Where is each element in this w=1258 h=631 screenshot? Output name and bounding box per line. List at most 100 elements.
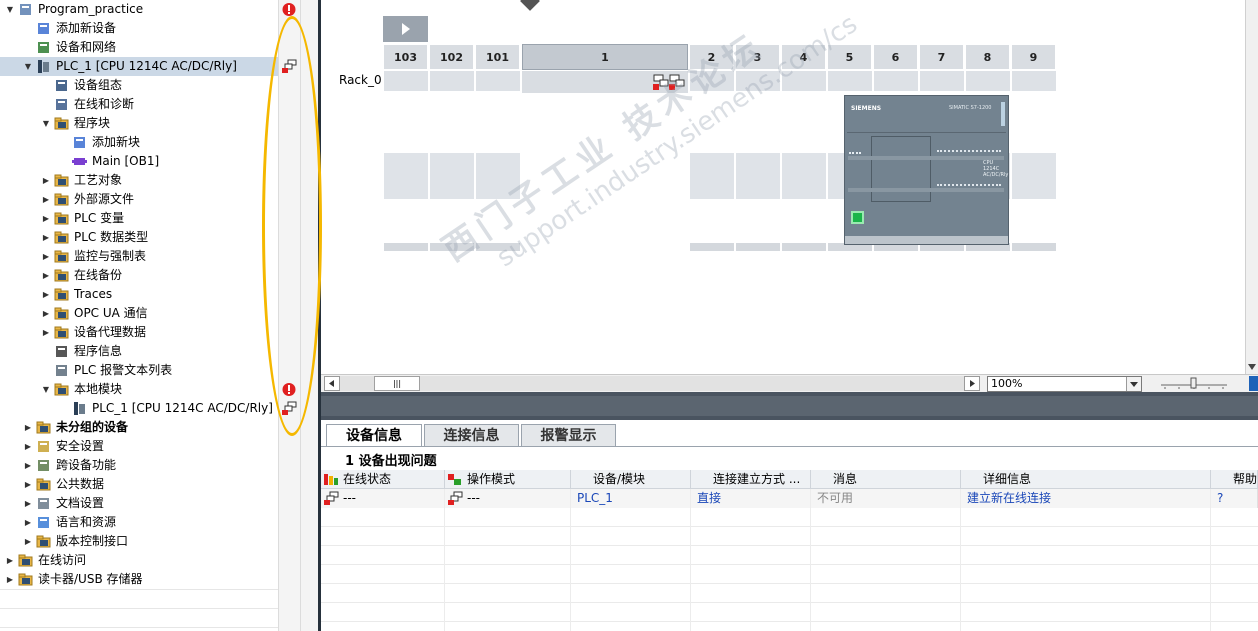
expand-right-icon[interactable]: ▶ [22, 456, 34, 475]
column-header[interactable]: 操作模式 [445, 470, 571, 489]
folder-icon [36, 477, 51, 492]
column-header[interactable]: 消息 [811, 470, 961, 489]
tree-item[interactable]: ▼ 本地模块 [0, 380, 278, 399]
empty-slot[interactable] [1011, 71, 1056, 251]
horizontal-scroll-track[interactable]: ||| [340, 376, 964, 391]
expand-right-icon[interactable]: ▶ [40, 247, 52, 266]
tree-item[interactable]: ▶ 外部源文件 [0, 190, 278, 209]
table-cell: --- [321, 489, 445, 508]
expand-down-icon[interactable]: ▼ [4, 0, 16, 19]
table-cell[interactable]: 建立新在线连接 [961, 489, 1211, 508]
collapse-arrow-button[interactable] [383, 16, 428, 42]
zoom-dropdown-button[interactable] [1126, 377, 1141, 391]
column-header[interactable]: 详细信息 [961, 470, 1211, 489]
expand-right-icon[interactable]: ▶ [4, 551, 16, 570]
tree-item[interactable]: ▼ PLC_1 [CPU 1214C AC/DC/Rly] [0, 57, 278, 76]
tree-item[interactable]: 设备和网络 [0, 38, 278, 57]
slot-header[interactable]: 6 [873, 44, 918, 70]
horizontal-splitter[interactable] [321, 392, 1258, 420]
tree-item[interactable]: 程序信息 [0, 342, 278, 361]
scroll-right-button[interactable] [964, 376, 980, 391]
tree-item[interactable]: ▶ 在线备份 [0, 266, 278, 285]
expand-down-icon[interactable]: ▼ [22, 57, 34, 76]
ethernet-port-icon[interactable] [851, 211, 864, 224]
tree-item[interactable]: Main [OB1] [0, 152, 278, 171]
document-icon [36, 496, 51, 511]
tree-item[interactable]: 添加新设备 [0, 19, 278, 38]
expand-right-icon[interactable]: ▶ [40, 190, 52, 209]
horizontal-scroll-thumb[interactable]: ||| [374, 376, 420, 391]
empty-slot[interactable] [781, 71, 826, 251]
zoom-slider[interactable] [1161, 377, 1227, 390]
tree-item[interactable]: ▶ PLC 数据类型 [0, 228, 278, 247]
expand-down-icon[interactable]: ▼ [40, 380, 52, 399]
tree-item-label: PLC_1 [CPU 1214C AC/DC/Rly] [92, 401, 273, 415]
tab-device-info[interactable]: 设备信息 [326, 424, 422, 447]
tree-item[interactable]: 设备组态 [0, 76, 278, 95]
slot-header[interactable]: 8 [965, 44, 1010, 70]
expand-right-icon[interactable]: ▶ [22, 437, 34, 456]
expand-right-icon[interactable]: ▶ [40, 285, 52, 304]
expand-right-icon[interactable]: ▶ [40, 304, 52, 323]
tree-item[interactable]: ▶ OPC UA 通信 [0, 304, 278, 323]
slot-header[interactable]: 1 [522, 44, 688, 70]
expand-right-icon[interactable]: ▶ [22, 513, 34, 532]
tree-item[interactable]: ▶ 安全设置 [0, 437, 278, 456]
tree-item[interactable]: ▶ 设备代理数据 [0, 323, 278, 342]
tree-item-label: 设备组态 [74, 78, 123, 92]
expand-right-icon[interactable]: ▶ [40, 228, 52, 247]
tree-item[interactable]: ▶ 公共数据 [0, 475, 278, 494]
expand-right-icon[interactable]: ▶ [22, 494, 34, 513]
cpu-module[interactable]: SIEMENS SIMATIC S7-1200 CPU 1214C AC/DC/… [844, 95, 1009, 245]
tree-item[interactable]: PLC_1 [CPU 1214C AC/DC/Rly] [0, 399, 278, 418]
tree-item[interactable]: PLC 报警文本列表 [0, 361, 278, 380]
table-cell: 直接 [691, 489, 811, 508]
column-header[interactable]: 连接建立方式 ... [691, 470, 811, 489]
expand-right-icon[interactable]: ▶ [40, 171, 52, 190]
tab-alarm-display[interactable]: 报警显示 [521, 424, 616, 446]
expand-right-icon[interactable]: ▶ [40, 209, 52, 228]
expand-right-icon[interactable]: ▶ [22, 475, 34, 494]
tree-item-label: Traces [74, 287, 113, 301]
table-cell[interactable]: PLC_1 [571, 489, 691, 508]
tree-item[interactable]: ▶ 监控与强制表 [0, 247, 278, 266]
expand-right-icon[interactable]: ▶ [22, 418, 34, 437]
column-header[interactable]: 设备/模块 [571, 470, 691, 489]
tree-item[interactable]: ▶ 工艺对象 [0, 171, 278, 190]
tree-item[interactable]: ▶ 语言和资源 [0, 513, 278, 532]
zoom-select[interactable]: 100% [987, 376, 1142, 392]
expand-right-icon[interactable]: ▶ [22, 532, 34, 551]
tree-item[interactable]: ▶ 版本控制接口 [0, 532, 278, 551]
tree-item[interactable]: ▶ 文档设置 [0, 494, 278, 513]
tab-connection-info[interactable]: 连接信息 [424, 424, 519, 446]
slot-header[interactable]: 7 [919, 44, 964, 70]
slot-header[interactable]: 103 [383, 44, 428, 70]
overview-icon[interactable] [1249, 376, 1258, 391]
tree-item[interactable]: ▶ 未分组的设备 [0, 418, 278, 437]
expand-right-icon[interactable]: ▶ [4, 570, 16, 589]
tree-item[interactable]: ▶ PLC 变量 [0, 209, 278, 228]
column-header[interactable]: 帮助 [1211, 470, 1258, 489]
device-view-canvas[interactable]: Rack_0 103 102 101 1 2 3 4 5 6 7 8 9 SIEMENS SIMATI… [321, 0, 1245, 374]
scroll-left-button[interactable] [324, 376, 340, 391]
empty-slot[interactable] [383, 71, 428, 251]
slot-header[interactable]: 101 [475, 44, 520, 70]
module-brand: SIEMENS [851, 105, 882, 112]
tree-item[interactable]: ▶ 在线访问 [0, 551, 278, 570]
tree-item[interactable]: 在线和诊断 [0, 95, 278, 114]
canvas-vertical-scrollbar[interactable] [1245, 0, 1258, 374]
tree-item[interactable]: ▶ 跨设备功能 [0, 456, 278, 475]
column-header[interactable]: 在线状态 [321, 470, 445, 489]
slot-header[interactable]: 102 [429, 44, 474, 70]
expand-right-icon[interactable]: ▶ [40, 323, 52, 342]
expand-right-icon[interactable]: ▶ [40, 266, 52, 285]
tree-item[interactable]: 添加新块 [0, 133, 278, 152]
tree-item[interactable]: ▶ Traces [0, 285, 278, 304]
tree-item[interactable]: ▶ 读卡器/USB 存储器 [0, 570, 278, 589]
tree-item[interactable]: ▼ 程序块 [0, 114, 278, 133]
tree-item[interactable]: ▼ Program_practice [0, 0, 278, 19]
expand-down-icon[interactable]: ▼ [40, 114, 52, 133]
slot-header[interactable]: 9 [1011, 44, 1056, 70]
table-cell[interactable]: ? [1211, 489, 1258, 508]
tree-item-label: 添加新设备 [56, 21, 117, 35]
